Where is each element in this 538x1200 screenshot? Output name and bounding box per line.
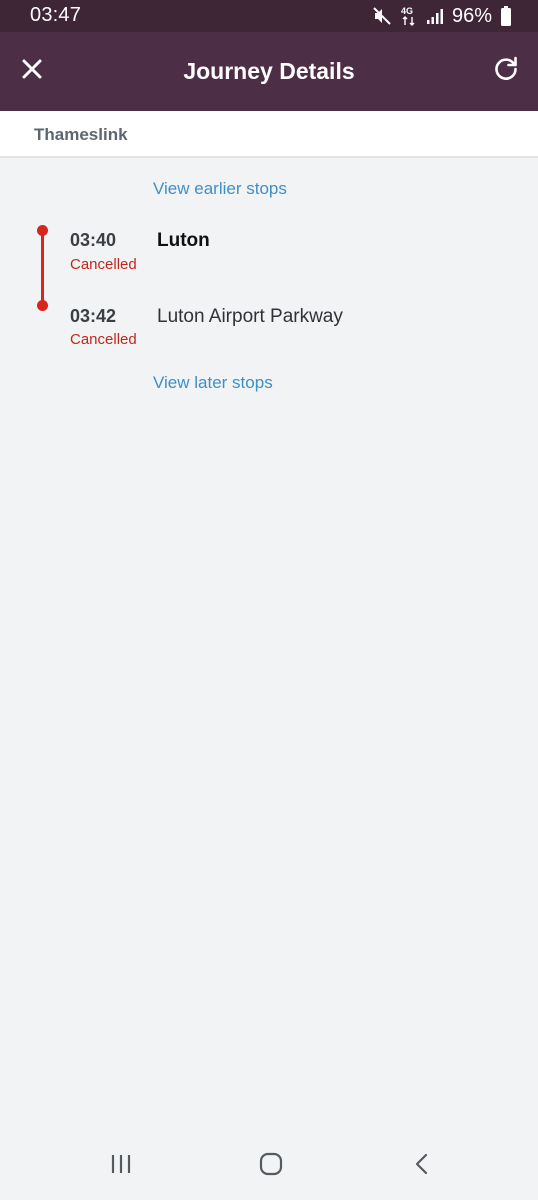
status-bar: 03:47 4G 96% — [0, 0, 538, 32]
stop-name: Luton — [157, 230, 210, 251]
status-icons: 4G 96% — [372, 4, 512, 28]
timeline-dot — [37, 300, 48, 311]
refresh-button[interactable] — [486, 50, 526, 90]
recent-apps-button[interactable] — [101, 1152, 141, 1180]
navigation-bar — [0, 1132, 538, 1200]
network-4g-icon: 4G — [400, 5, 418, 27]
home-icon — [258, 1151, 284, 1182]
stop-status: Cancelled — [70, 331, 137, 348]
recent-apps-icon — [109, 1152, 133, 1181]
refresh-icon — [492, 54, 520, 87]
timeline-dot — [37, 225, 48, 236]
battery-percent: 96% — [451, 4, 492, 27]
operator-name: Thameslink — [34, 125, 128, 144]
mute-icon — [372, 6, 392, 26]
back-icon — [410, 1152, 434, 1181]
app-header: Journey Details — [0, 32, 538, 111]
stop-time: 03:42 — [70, 306, 117, 326]
status-time: 03:47 — [30, 4, 82, 26]
view-later-stops-link[interactable]: View later stops — [153, 373, 273, 393]
timeline-line — [41, 231, 44, 306]
operator-bar: Thameslink — [0, 111, 538, 158]
svg-text:4G: 4G — [401, 6, 413, 16]
signal-icon — [426, 7, 444, 25]
stop-time: 03:40 — [70, 230, 117, 250]
battery-icon — [500, 6, 512, 26]
back-button[interactable] — [402, 1152, 442, 1180]
view-earlier-stops-link[interactable]: View earlier stops — [153, 179, 287, 199]
stop-name: Luton Airport Parkway — [157, 306, 343, 327]
page-title: Journey Details — [183, 58, 355, 84]
home-button[interactable] — [251, 1152, 291, 1180]
stop-status: Cancelled — [70, 256, 137, 273]
